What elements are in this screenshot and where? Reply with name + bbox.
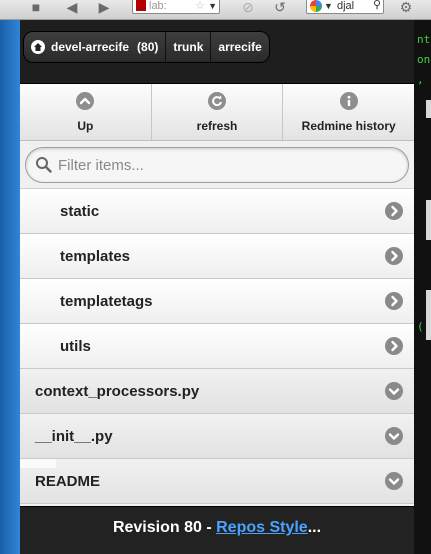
redmine-history-button[interactable]: Redmine history [283, 84, 414, 140]
chevron-down-icon [385, 472, 403, 490]
chevron-right-icon [385, 337, 403, 355]
list-item-file[interactable]: context_processors.py [20, 369, 414, 414]
info-icon [339, 92, 358, 110]
forward-icon[interactable]: ▶ [96, 0, 112, 18]
filter-field[interactable] [25, 147, 409, 183]
list-item-folder[interactable]: static [20, 189, 414, 234]
revision-count: (80) [137, 40, 159, 54]
breadcrumb-label: trunk [173, 40, 204, 54]
filter-bar [20, 142, 414, 189]
list-item-file[interactable]: README [20, 459, 414, 504]
item-label: templates [60, 248, 131, 265]
bookmark-star-icon[interactable]: ☆ [195, 0, 205, 13]
menu-icon[interactable]: ⚙ [398, 0, 414, 18]
breadcrumb-label: arrecife [218, 40, 262, 54]
breadcrumb-item-arrecife[interactable]: arrecife [211, 32, 268, 62]
breadcrumb-item-root[interactable]: devel-arrecife (80) [24, 32, 167, 62]
item-label: static [60, 203, 100, 220]
footer-suffix: ... [307, 519, 322, 536]
up-label: Up [77, 119, 94, 133]
item-label: __init__.py [35, 428, 113, 445]
list-item-folder[interactable]: templatetags [20, 279, 414, 324]
redmine-history-label: Redmine history [301, 119, 396, 133]
chevron-down-icon [385, 382, 403, 400]
file-list: static templates templatetags utils cont… [20, 189, 414, 504]
divider [20, 459, 56, 468]
site-icon [136, 0, 146, 11]
filter-input[interactable] [58, 155, 398, 175]
item-label: templatetags [60, 293, 153, 310]
refresh-icon [208, 92, 226, 110]
up-button[interactable]: Up [20, 84, 152, 140]
search-text: djal [337, 0, 355, 12]
refresh-button[interactable]: refresh [152, 84, 284, 140]
background-editor: nt on , ( [414, 20, 431, 554]
action-toolbar: Up refresh Redmine history [20, 84, 414, 141]
home-icon [31, 40, 45, 54]
browser-toolbar: ■ ◀ ▶ lab: ☆ ▼ ⊘ ↺ ▼ djal ⚲ ⚙ [0, 0, 431, 20]
url-bar[interactable]: lab: ☆ ▼ [132, 0, 220, 14]
chevron-down-icon[interactable]: ▼ [324, 0, 333, 13]
footer-prefix: Revision 80 - [112, 519, 217, 536]
breadcrumb: devel-arrecife (80) trunk arrecife [23, 31, 270, 63]
search-bar[interactable]: ▼ djal ⚲ [306, 0, 384, 14]
search-icon [35, 156, 53, 179]
chevron-right-icon [385, 292, 403, 310]
revision-footer: Revision 80 - Repos Style... [20, 506, 414, 554]
header-bar: devel-arrecife (80) trunk arrecife [20, 20, 414, 84]
home-icon[interactable]: ■ [28, 0, 44, 18]
list-item-folder[interactable]: utils [20, 324, 414, 369]
chevron-right-icon [385, 202, 403, 220]
item-label: README [35, 473, 101, 490]
list-item-file[interactable]: __init__.py [20, 414, 414, 459]
url-text: lab: [149, 0, 167, 12]
desktop-background [0, 20, 20, 554]
reload-icon[interactable]: ↺ [272, 0, 288, 18]
item-label: utils [60, 338, 91, 355]
search-engine-icon[interactable] [310, 0, 322, 12]
chevron-up-icon [76, 92, 95, 110]
breadcrumb-item-trunk[interactable]: trunk [166, 32, 212, 62]
chevron-down-icon [385, 427, 403, 445]
breadcrumb-label: devel-arrecife [51, 40, 130, 54]
back-icon[interactable]: ◀ [64, 0, 80, 18]
stop-icon[interactable]: ⊘ [240, 0, 256, 18]
repos-style-link[interactable]: Repos Style [216, 519, 308, 536]
magnifier-icon[interactable]: ⚲ [373, 0, 381, 12]
chevron-down-icon[interactable]: ▼ [208, 0, 217, 13]
list-item-folder[interactable]: templates [20, 234, 414, 279]
item-label: context_processors.py [35, 383, 200, 400]
chevron-right-icon [385, 247, 403, 265]
refresh-label: refresh [196, 119, 238, 133]
repository-browser: devel-arrecife (80) trunk arrecife Up re… [20, 20, 414, 554]
